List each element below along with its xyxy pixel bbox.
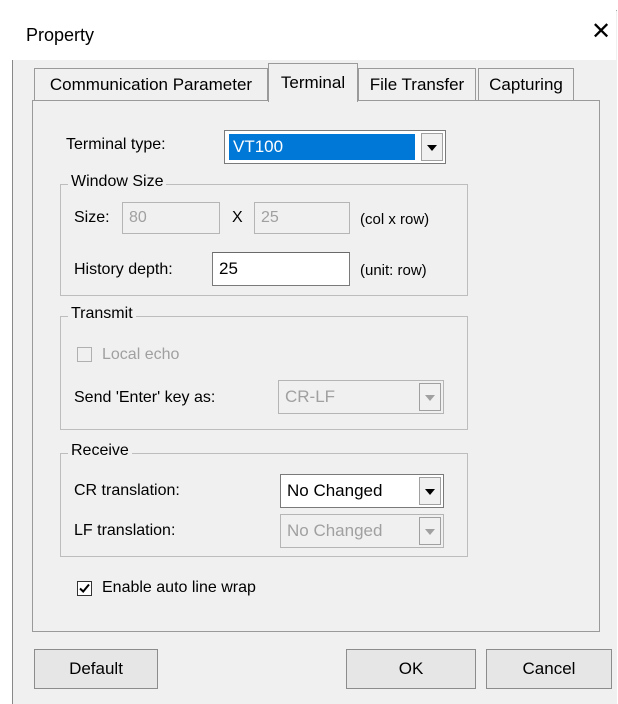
lf-translation-label: LF translation: xyxy=(74,522,176,539)
chevron-down-icon xyxy=(419,383,441,411)
size-separator: X xyxy=(232,209,243,226)
cr-translation-label: CR translation: xyxy=(74,482,180,499)
send-enter-label: Send 'Enter' key as: xyxy=(74,389,216,406)
size-label: Size: xyxy=(74,209,110,226)
history-depth-input[interactable]: 25 xyxy=(212,252,350,286)
terminal-type-label: Terminal type: xyxy=(66,136,166,153)
close-icon[interactable]: ✕ xyxy=(589,18,613,46)
tab-file-transfer[interactable]: File Transfer xyxy=(358,68,476,100)
tab-communication-parameter[interactable]: Communication Parameter xyxy=(34,68,268,100)
cols-input: 80 xyxy=(122,202,220,234)
lf-translation-select: No Changed xyxy=(280,514,444,548)
default-button[interactable]: Default xyxy=(34,649,158,689)
window-size-group-title: Window Size xyxy=(68,173,167,191)
receive-group-title: Receive xyxy=(68,442,132,460)
tab-capturing[interactable]: Capturing xyxy=(478,68,574,100)
size-unit-label: (col x row) xyxy=(360,211,430,228)
cancel-button[interactable]: Cancel xyxy=(486,649,612,689)
title-bar xyxy=(12,10,616,60)
ok-button[interactable]: OK xyxy=(346,649,476,689)
local-echo-checkbox xyxy=(77,347,92,362)
transmit-group-title: Transmit xyxy=(68,305,136,323)
tab-terminal[interactable]: Terminal xyxy=(268,63,358,102)
terminal-type-value: VT100 xyxy=(229,134,415,160)
history-unit-label: (unit: row) xyxy=(360,262,427,279)
chevron-down-icon[interactable] xyxy=(421,133,443,161)
terminal-type-select[interactable]: VT100 xyxy=(224,130,446,164)
rows-input: 25 xyxy=(254,202,350,234)
chevron-down-icon xyxy=(419,517,441,545)
auto-line-wrap-checkbox[interactable] xyxy=(77,581,92,596)
chevron-down-icon[interactable] xyxy=(419,477,441,505)
send-enter-select: CR-LF xyxy=(278,380,444,414)
check-icon xyxy=(79,583,90,593)
cr-translation-select[interactable]: No Changed xyxy=(280,474,444,508)
lf-translation-value: No Changed xyxy=(287,521,383,540)
history-depth-label: History depth: xyxy=(74,261,173,278)
local-echo-label: Local echo xyxy=(102,346,180,363)
window-title: Property xyxy=(26,25,95,45)
auto-line-wrap-label: Enable auto line wrap xyxy=(102,579,256,596)
cr-translation-value: No Changed xyxy=(287,481,383,500)
send-enter-value: CR-LF xyxy=(285,387,336,406)
